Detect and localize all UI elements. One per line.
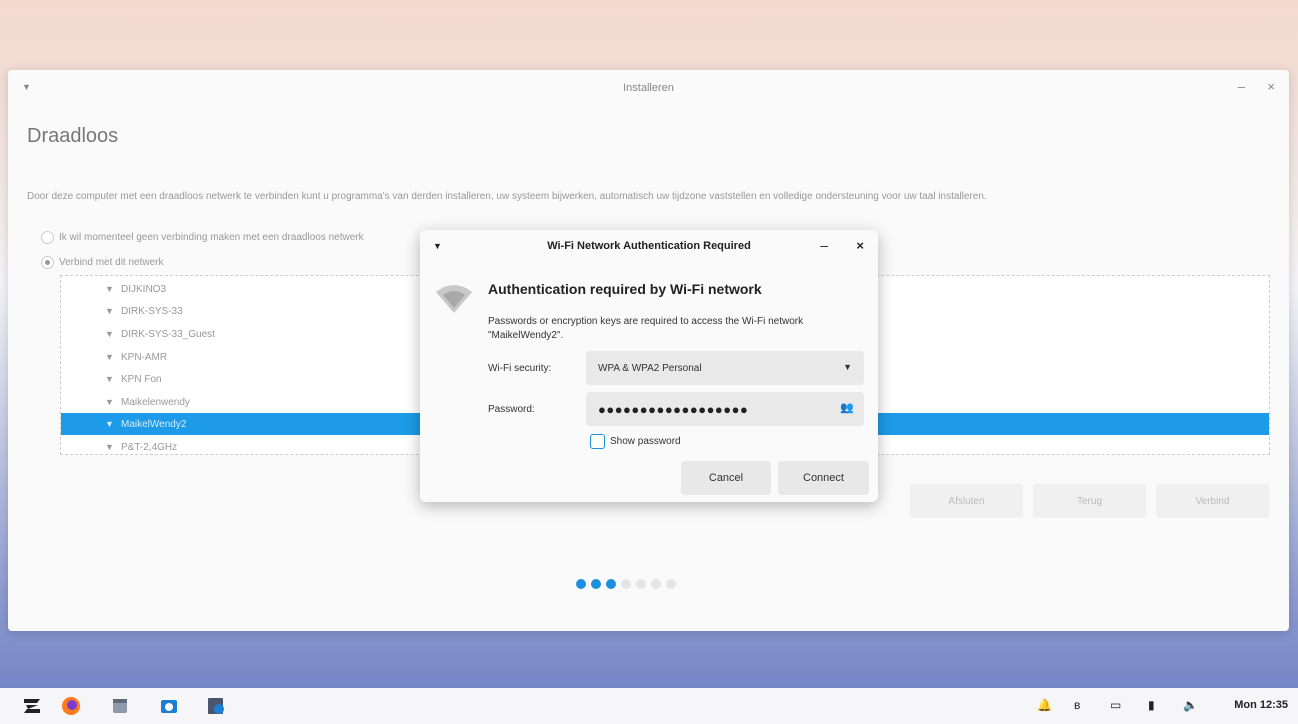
minimize-icon[interactable]: – (820, 237, 828, 253)
progress-dot (666, 579, 676, 589)
radio-button[interactable] (41, 231, 54, 244)
back-button[interactable]: Terug (1033, 484, 1146, 518)
progress-dots (576, 579, 676, 589)
network-name: DIRK-SYS-33_Guest (121, 328, 215, 340)
radio-connect-network[interactable]: Verbind met dit netwerk (41, 256, 164, 269)
radio-label: Verbind met dit netwerk (59, 257, 164, 268)
security-value: WPA & WPA2 Personal (598, 362, 702, 374)
quit-button[interactable]: Afsluten (910, 484, 1023, 518)
zorin-menu-icon[interactable] (22, 696, 42, 716)
progress-dot (636, 579, 646, 589)
radio-label: Ik wil momenteel geen verbinding maken m… (59, 232, 364, 243)
cancel-button[interactable]: Cancel (681, 461, 771, 495)
radio-button-selected[interactable] (41, 256, 54, 269)
wifi-signal-icon (436, 285, 472, 313)
taskbar: 🔔 ʙ ▭ ▮ 🔈 Mon 12:35 (0, 688, 1298, 724)
window-menu-icon[interactable]: ▼ (22, 82, 31, 92)
radio-no-connection[interactable]: Ik wil momenteel geen verbinding maken m… (41, 231, 364, 244)
network-name: Maikelenwendy (121, 396, 190, 408)
clock[interactable]: Mon 12:35 (1234, 699, 1288, 711)
password-mask: ●●●●●●●●●●●●●●●●●● (598, 401, 749, 417)
show-password-checkbox[interactable] (590, 434, 605, 449)
volume-icon[interactable]: 🔈 (1183, 698, 1198, 712)
battery-icon[interactable]: ▮ (1148, 698, 1155, 712)
minimize-icon[interactable]: – (1238, 79, 1245, 94)
close-icon[interactable]: × (856, 238, 864, 253)
camera-icon[interactable] (159, 696, 179, 716)
user-password-icon[interactable]: 👥 (840, 401, 854, 414)
progress-dot (576, 579, 586, 589)
progress-dot (621, 579, 631, 589)
bluetooth-icon[interactable]: ʙ (1074, 698, 1080, 712)
wifi-icon: ▼ (105, 374, 114, 384)
firefox-icon[interactable] (61, 696, 81, 716)
dialog-heading: Authentication required by Wi-Fi network (488, 281, 762, 297)
show-password-label: Show password (610, 436, 681, 447)
network-name: DIJKINO3 (121, 283, 167, 295)
connect-button[interactable]: Connect (778, 461, 869, 495)
wifi-auth-dialog: ▼ Wi-Fi Network Authentication Required … (420, 230, 878, 502)
security-dropdown[interactable]: WPA & WPA2 Personal ▼ (586, 351, 864, 385)
installer-titlebar: ▼ Installeren – × (8, 70, 1289, 106)
password-label: Password: (488, 404, 535, 415)
files-icon[interactable] (110, 696, 130, 716)
dialog-title: Wi-Fi Network Authentication Required (547, 240, 751, 252)
security-label: Wi-Fi security: (488, 363, 552, 374)
wifi-lock-icon: ▼ (105, 397, 114, 407)
network-name: DIRK-SYS-33 (121, 305, 183, 317)
notification-bell-icon[interactable]: 🔔 (1037, 698, 1052, 712)
show-password-toggle[interactable]: Show password (590, 434, 681, 449)
dialog-message: Passwords or encryption keys are require… (488, 316, 804, 341)
page-description: Door deze computer met een draadloos net… (27, 191, 987, 202)
password-field[interactable]: ●●●●●●●●●●●●●●●●●● 👥 (586, 392, 864, 426)
wifi-lock-icon: ▼ (105, 284, 114, 294)
progress-dot (651, 579, 661, 589)
display-icon[interactable]: ▭ (1110, 698, 1121, 712)
wifi-lock-icon: ▼ (105, 306, 114, 316)
progress-dot (606, 579, 616, 589)
network-name: KPN-AMR (121, 351, 168, 363)
page-title: Draadloos (27, 125, 119, 147)
wifi-lock-icon: ▼ (105, 442, 114, 452)
network-name: P&T-2,4GHz (121, 441, 178, 453)
wifi-lock-icon: ▼ (105, 352, 114, 362)
close-icon[interactable]: × (1267, 79, 1275, 94)
window-title: Installeren (623, 82, 674, 94)
progress-dot (591, 579, 601, 589)
connect-network-button[interactable]: Verbind (1156, 484, 1269, 518)
chevron-down-icon: ▼ (843, 362, 852, 372)
wifi-lock-icon: ▼ (105, 329, 114, 339)
network-name: MaikelWendy2 (121, 418, 187, 430)
network-name: KPN Fon (121, 373, 162, 385)
wifi-lock-icon: ▼ (105, 419, 114, 429)
installer-icon[interactable] (206, 696, 226, 716)
